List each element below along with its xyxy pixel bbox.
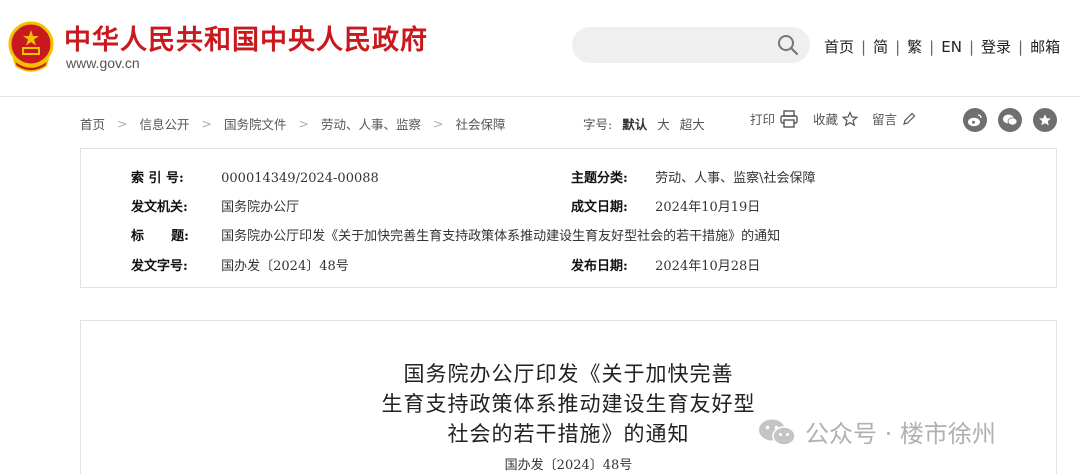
nav-simplified[interactable]: 简 xyxy=(873,36,888,57)
nav-traditional[interactable]: 繁 xyxy=(907,36,922,57)
meta-written-date-value: 2024年10月19日 xyxy=(655,200,761,215)
site-url[interactable]: www.gov.cn xyxy=(66,55,140,71)
chevron-right-icon: > xyxy=(117,116,128,131)
meta-publish-date-value: 2024年10月28日 xyxy=(655,259,761,274)
meta-title-row: 标 题: 国务院办公厅印发《关于加快完善生育支持政策体系推动建设生育友好型社会的… xyxy=(131,225,780,244)
meta-issuer-row: 发文机关: 国务院办公厅 xyxy=(131,196,299,215)
site-title[interactable]: 中华人民共和国中央人民政府 xyxy=(64,18,428,57)
breadcrumb-state-council-docs[interactable]: 国务院文件 xyxy=(224,114,287,133)
font-size-switcher: 字号: 默认 大 超大 xyxy=(583,114,711,133)
star-icon[interactable] xyxy=(1033,108,1057,132)
nav-login[interactable]: 登录 xyxy=(981,36,1011,57)
meta-issuer-value: 国务院办公厅 xyxy=(221,200,300,215)
site-header: 中华人民共和国中央人民政府 www.gov.cn 首页 | 简 | 繁 | EN… xyxy=(0,0,1080,97)
font-size-xlarge[interactable]: 超大 xyxy=(680,117,705,132)
print-label: 打印 xyxy=(750,112,776,127)
breadcrumb-labor[interactable]: 劳动、人事、监察 xyxy=(321,114,421,133)
meta-title-value: 国务院办公厅印发《关于加快完善生育支持政策体系推动建设生育友好型社会的若干措施》… xyxy=(221,229,781,244)
national-emblem-icon[interactable] xyxy=(8,20,54,72)
meta-doc-number-value: 国办发〔2024〕48号 xyxy=(221,259,349,274)
breadcrumb-info[interactable]: 信息公开 xyxy=(140,114,190,133)
meta-category-row: 主题分类: 劳动、人事、监察\社会保障 xyxy=(571,167,816,186)
nav-english[interactable]: EN xyxy=(941,38,962,56)
top-nav: 首页 | 简 | 繁 | EN | 登录 | 邮箱 xyxy=(824,36,1060,57)
search-box[interactable] xyxy=(572,27,810,63)
nav-mail[interactable]: 邮箱 xyxy=(1030,36,1060,57)
meta-category-label: 主题分类: xyxy=(571,171,628,186)
nav-separator: | xyxy=(895,37,901,56)
page-actions: 打印 收藏 留言 xyxy=(750,109,931,128)
chevron-right-icon: > xyxy=(433,116,444,131)
breadcrumb-home[interactable]: 首页 xyxy=(80,114,105,133)
favorite-button[interactable]: 收藏 xyxy=(813,109,859,128)
meta-written-date-row: 成文日期: 2024年10月19日 xyxy=(571,196,760,215)
meta-title-label: 标 题: xyxy=(131,229,189,244)
font-size-label: 字号: xyxy=(583,117,613,132)
document-body: 国务院办公厅印发《关于加快完善 生育支持政策体系推动建设生育友好型 社会的若干措… xyxy=(80,320,1057,474)
chevron-right-icon: > xyxy=(298,116,309,131)
document-meta-table: 索 引 号: 000014349/2024-00088 主题分类: 劳动、人事、… xyxy=(80,148,1057,288)
search-icon[interactable] xyxy=(776,33,800,57)
printer-icon xyxy=(780,109,798,128)
star-outline-icon xyxy=(842,110,859,126)
watermark-text: 公众号 · 楼市徐州 xyxy=(805,420,996,448)
nav-separator: | xyxy=(861,37,867,56)
chevron-right-icon: > xyxy=(201,116,212,131)
breadcrumb-bar: 首页 > 信息公开 > 国务院文件 > 劳动、人事、监察 > 社会保障 字号: … xyxy=(80,108,1060,138)
share-buttons xyxy=(963,108,1068,132)
comment-label: 留言 xyxy=(872,112,898,127)
document-number: 国办发〔2024〕48号 xyxy=(504,458,633,473)
weibo-icon[interactable] xyxy=(963,108,987,132)
meta-category-value: 劳动、人事、监察\社会保障 xyxy=(655,171,816,186)
meta-index-label: 索 引 号: xyxy=(131,171,184,186)
font-size-default[interactable]: 默认 xyxy=(622,117,647,132)
wechat-icon[interactable] xyxy=(998,108,1022,132)
search-input[interactable] xyxy=(586,33,766,57)
meta-publish-date-row: 发布日期: 2024年10月28日 xyxy=(571,255,760,274)
nav-home[interactable]: 首页 xyxy=(824,36,854,57)
wechat-watermark: 公众号 · 楼市徐州 xyxy=(757,414,996,449)
meta-index-value: 000014349/2024-00088 xyxy=(221,171,379,186)
meta-publish-date-label: 发布日期: xyxy=(571,259,628,274)
favorite-label: 收藏 xyxy=(813,112,839,127)
print-button[interactable]: 打印 xyxy=(750,109,799,128)
pencil-icon xyxy=(903,112,916,125)
breadcrumb: 首页 > 信息公开 > 国务院文件 > 劳动、人事、监察 > 社会保障 xyxy=(80,114,506,133)
nav-separator: | xyxy=(929,37,935,56)
nav-separator: | xyxy=(1018,37,1024,56)
meta-index-row: 索 引 号: 000014349/2024-00088 xyxy=(131,167,379,186)
meta-written-date-label: 成文日期: xyxy=(571,200,628,215)
meta-doc-number-label: 发文字号: xyxy=(131,259,188,274)
nav-separator: | xyxy=(968,37,974,56)
wechat-logo-icon xyxy=(759,419,796,446)
breadcrumb-social-security[interactable]: 社会保障 xyxy=(456,114,506,133)
font-size-large[interactable]: 大 xyxy=(657,117,670,132)
meta-issuer-label: 发文机关: xyxy=(131,200,188,215)
document-title-line: 国务院办公厅印发《关于加快完善 xyxy=(403,362,734,386)
comment-button[interactable]: 留言 xyxy=(872,109,917,128)
meta-doc-number-row: 发文字号: 国办发〔2024〕48号 xyxy=(131,255,349,274)
